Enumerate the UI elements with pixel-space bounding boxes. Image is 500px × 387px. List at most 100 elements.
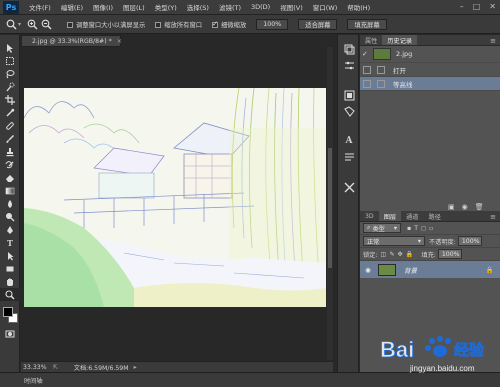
menu-view[interactable]: 视图(V) bbox=[280, 2, 303, 12]
pen-tool-icon[interactable] bbox=[0, 223, 20, 236]
zoom-tool-icon[interactable] bbox=[0, 288, 20, 301]
menu-select[interactable]: 选择(S) bbox=[187, 2, 209, 12]
menu-window[interactable]: 窗口(W) bbox=[313, 2, 338, 12]
tab-paths[interactable]: 路径 bbox=[423, 211, 445, 221]
menu-layer[interactable]: 图层(L) bbox=[123, 2, 145, 12]
opacity-input[interactable]: 100% bbox=[457, 236, 482, 246]
maximize-icon[interactable]: □ bbox=[473, 2, 481, 11]
camera-snapshot-icon[interactable]: ◉ bbox=[462, 203, 468, 211]
history-brush-tool-icon[interactable] bbox=[0, 158, 20, 171]
foreground-color-swatch[interactable] bbox=[3, 307, 13, 317]
menu-filter[interactable]: 滤镜(T) bbox=[219, 2, 241, 12]
lock-icons[interactable]: ◫✎✥🔒 bbox=[380, 250, 416, 258]
type-tool-icon[interactable]: T bbox=[0, 236, 20, 249]
panel-menu-icon[interactable]: ≡ bbox=[490, 213, 496, 221]
close-icon[interactable]: ✕ bbox=[489, 2, 496, 11]
scrubby-zoom-label: 细微缩放 bbox=[221, 21, 247, 29]
watermark: Bai 经验 jingyan.baidu.com bbox=[374, 331, 500, 375]
crop-tool-icon[interactable] bbox=[0, 93, 20, 106]
actual-pixels-button[interactable]: 100% bbox=[256, 18, 289, 30]
dodge-tool-icon[interactable] bbox=[0, 210, 20, 223]
brush-tool-icon[interactable] bbox=[0, 132, 20, 145]
blur-tool-icon[interactable] bbox=[0, 197, 20, 210]
color-panel-icon[interactable] bbox=[338, 87, 360, 103]
color-swatches[interactable] bbox=[0, 305, 20, 327]
quick-select-tool-icon[interactable] bbox=[0, 80, 20, 93]
zoom-level[interactable]: 33.33% bbox=[23, 364, 47, 371]
history-state-icon bbox=[377, 65, 385, 74]
eraser-tool-icon[interactable] bbox=[0, 171, 20, 184]
history-panel-tabs: 属性 历史记录 ≡ bbox=[360, 35, 500, 46]
fit-screen-button[interactable]: 适合屏幕 bbox=[298, 18, 338, 30]
path-selection-tool-icon[interactable] bbox=[0, 249, 20, 262]
rectangle-tool-icon[interactable] bbox=[0, 262, 20, 275]
vertical-scrollbar-thumb[interactable] bbox=[328, 148, 332, 268]
move-tool-icon[interactable] bbox=[0, 41, 20, 54]
fill-screen-button[interactable]: 填充屏幕 bbox=[347, 18, 387, 30]
snapshot-name: 2.jpg bbox=[396, 50, 413, 58]
tab-channels[interactable]: 通道 bbox=[401, 211, 423, 221]
healing-brush-tool-icon[interactable] bbox=[0, 119, 20, 132]
menu-image[interactable]: 图像(I) bbox=[93, 2, 113, 12]
character-panel-icon[interactable]: A bbox=[338, 133, 360, 149]
fill-input[interactable]: 100% bbox=[437, 249, 462, 259]
zoom-in-icon[interactable] bbox=[25, 17, 39, 31]
chevron-down-icon[interactable]: ▾ bbox=[18, 21, 21, 28]
history-panel-icon[interactable] bbox=[338, 41, 360, 57]
resize-windows-option[interactable]: 调整窗口大小以满屏显示 bbox=[67, 20, 145, 29]
history-brush-source-icon[interactable]: ✓ bbox=[362, 50, 372, 58]
tools-preset-icon[interactable] bbox=[338, 179, 360, 195]
document-tab[interactable]: 2.jpg @ 33.3%(RGB/8#) * × bbox=[21, 35, 122, 47]
snapshot-thumbnail bbox=[373, 48, 391, 60]
gradient-tool-icon[interactable] bbox=[0, 184, 20, 197]
history-brush-source-box[interactable] bbox=[363, 79, 371, 88]
scrubby-zoom-option[interactable]: 细微缩放 bbox=[212, 20, 246, 29]
new-document-from-state-icon[interactable]: ▣ bbox=[448, 203, 455, 211]
zoom-all-checkbox[interactable] bbox=[155, 22, 162, 28]
menu-help[interactable]: 帮助(H) bbox=[347, 2, 370, 12]
layer-filter-row: ⌕ 类型 ▾ ▪T◻▫ bbox=[360, 222, 500, 235]
properties-panel-icon[interactable] bbox=[338, 57, 360, 73]
close-tab-icon[interactable]: × bbox=[117, 38, 122, 45]
lasso-tool-icon[interactable] bbox=[0, 67, 20, 80]
zoom-all-option[interactable]: 缩放所有窗口 bbox=[155, 20, 202, 29]
menu-type[interactable]: 类型(Y) bbox=[155, 2, 177, 12]
tab-3d[interactable]: 3D bbox=[360, 211, 379, 221]
tab-layers[interactable]: 图层 bbox=[378, 211, 402, 221]
resize-windows-checkbox[interactable] bbox=[67, 22, 74, 28]
history-item-selected[interactable]: 等高线 bbox=[360, 77, 500, 91]
history-brush-source-box[interactable] bbox=[363, 65, 371, 74]
hand-tool-icon[interactable] bbox=[0, 275, 20, 288]
document-image[interactable] bbox=[24, 88, 326, 307]
export-icon[interactable]: ⇱ bbox=[53, 364, 58, 371]
trash-icon[interactable]: 🗑 bbox=[475, 203, 484, 211]
panel-menu-icon[interactable]: ≡ bbox=[490, 37, 496, 45]
lock-label: 锁定: bbox=[363, 251, 378, 259]
menu-edit[interactable]: 编辑(E) bbox=[61, 2, 83, 12]
layer-row[interactable]: ◉ 背景 🔒 bbox=[360, 261, 500, 278]
history-item[interactable]: 打开 bbox=[360, 63, 500, 77]
timeline-label[interactable]: 时间轴 bbox=[24, 376, 43, 385]
history-snapshot[interactable]: ✓ 2.jpg bbox=[360, 46, 500, 63]
layer-filter-icons[interactable]: ▪T◻▫ bbox=[407, 225, 436, 232]
paragraph-panel-icon[interactable] bbox=[338, 149, 360, 165]
zoom-out-icon[interactable] bbox=[39, 17, 53, 31]
tab-history[interactable]: 历史记录 bbox=[382, 35, 418, 45]
quick-mask-icon[interactable] bbox=[0, 327, 20, 340]
zoom-tool-preset-icon[interactable] bbox=[4, 17, 18, 31]
right-panel-column: 属性 历史记录 ≡ ✓ 2.jpg 打开 等高线 ▣ ◉ 🗑 3D 图层 通道 … bbox=[360, 35, 500, 372]
tab-properties[interactable]: 属性 bbox=[360, 35, 382, 45]
blend-mode-dropdown[interactable]: 正常 ▾ bbox=[363, 236, 425, 246]
eye-icon[interactable]: ◉ bbox=[360, 266, 376, 274]
menu-3d[interactable]: 3D(D) bbox=[251, 3, 270, 11]
marquee-tool-icon[interactable] bbox=[0, 54, 20, 67]
menu-file[interactable]: 文件(F) bbox=[29, 2, 51, 12]
svg-text:Bai: Bai bbox=[380, 337, 414, 362]
layer-filter-dropdown[interactable]: ⌕ 类型 ▾ bbox=[363, 223, 401, 233]
status-arrow-icon[interactable]: ▸ bbox=[134, 364, 137, 371]
eyedropper-tool-icon[interactable] bbox=[0, 106, 20, 119]
scrubby-zoom-checkbox[interactable] bbox=[212, 20, 219, 28]
swatches-panel-icon[interactable] bbox=[338, 103, 360, 119]
minimize-icon[interactable]: – bbox=[460, 2, 464, 11]
clone-stamp-tool-icon[interactable] bbox=[0, 145, 20, 158]
